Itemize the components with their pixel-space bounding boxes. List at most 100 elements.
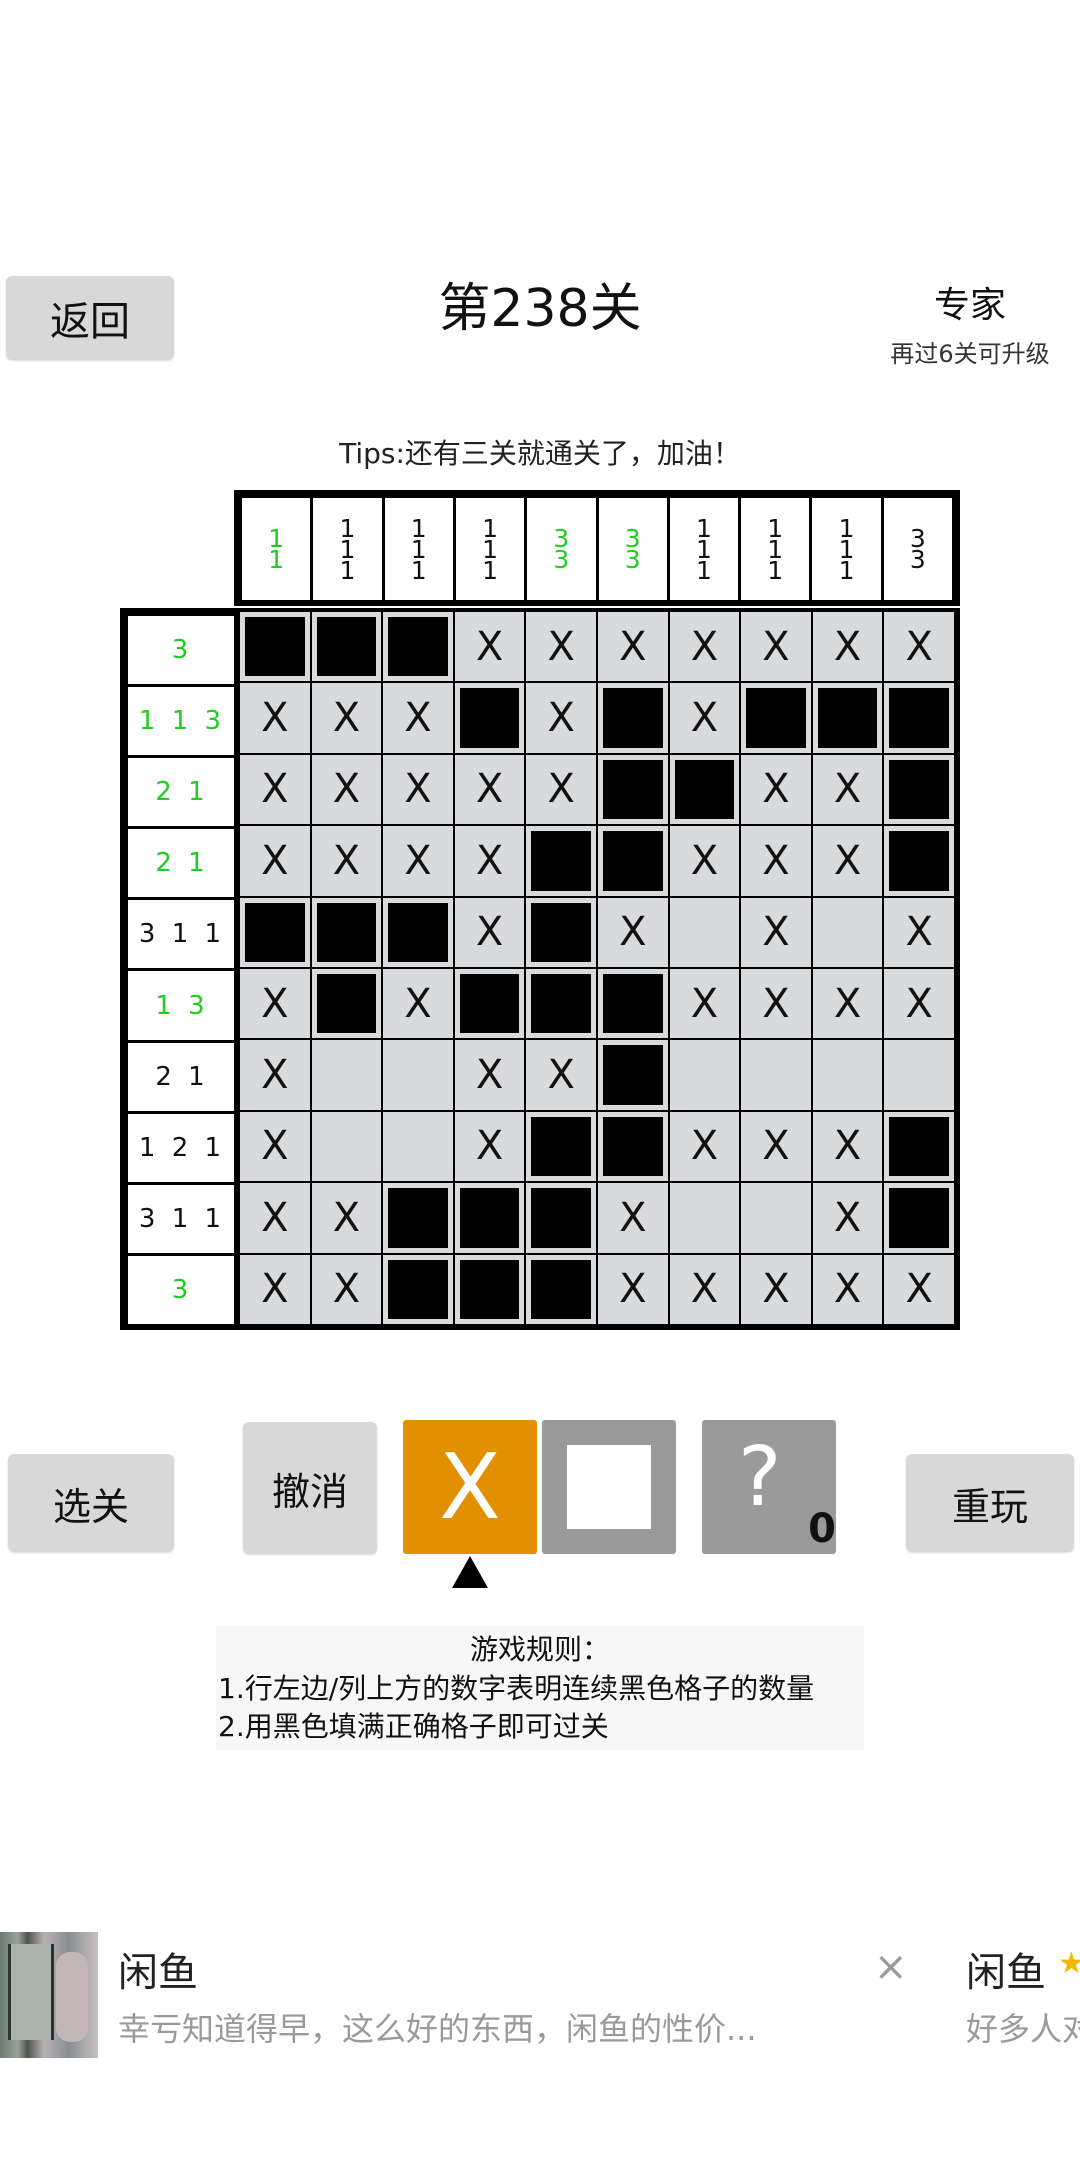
grid-cell-r8-c10[interactable]	[884, 1111, 954, 1182]
grid-cell-r6-c8[interactable]: X	[741, 969, 811, 1039]
grid-cell-r2-c8[interactable]	[741, 683, 811, 753]
grid-cell-r8-c3[interactable]	[383, 1111, 453, 1182]
grid-cell-r10-c7[interactable]: X	[669, 1254, 740, 1324]
grid-cell-r1-c5[interactable]: X	[526, 612, 596, 682]
grid-cell-r6-c6[interactable]	[597, 969, 668, 1039]
grid-cell-r8-c1[interactable]: X	[240, 1111, 310, 1182]
grid-cell-r10-c8[interactable]: X	[741, 1254, 811, 1324]
grid-cell-r4-c2[interactable]: X	[311, 826, 382, 896]
grid-cell-r7-c4[interactable]: X	[454, 1040, 525, 1110]
grid-cell-r2-c3[interactable]: X	[383, 683, 453, 753]
grid-cell-r10-c9[interactable]: X	[812, 1254, 883, 1324]
grid-cell-r9-c8[interactable]	[741, 1183, 811, 1253]
close-icon[interactable]: ×	[874, 1944, 908, 1990]
grid-cell-r10-c3[interactable]	[383, 1254, 453, 1324]
grid-cell-r9-c1[interactable]: X	[240, 1183, 310, 1253]
grid-cell-r4-c4[interactable]: X	[454, 826, 525, 896]
grid-cell-r6-c10[interactable]: X	[884, 969, 954, 1039]
grid-cell-r4-c10[interactable]	[884, 826, 954, 896]
grid-cell-r6-c2[interactable]	[311, 969, 382, 1039]
grid-cell-r3-c4[interactable]: X	[454, 754, 525, 825]
grid-cell-r6-c1[interactable]: X	[240, 969, 310, 1039]
grid-cell-r2-c5[interactable]: X	[526, 683, 596, 753]
ad-thumbnail[interactable]	[0, 1932, 98, 2058]
grid-cell-r2-c6[interactable]	[597, 683, 668, 753]
grid-cell-r9-c9[interactable]: X	[812, 1183, 883, 1253]
grid-cell-r1-c1[interactable]	[240, 612, 310, 682]
grid-cell-r5-c4[interactable]: X	[454, 897, 525, 967]
back-button[interactable]: 返回	[6, 276, 174, 360]
grid-cell-r3-c2[interactable]: X	[311, 754, 382, 825]
grid-cell-r10-c5[interactable]	[526, 1254, 596, 1324]
grid-cell-r2-c10[interactable]	[884, 683, 954, 753]
grid-cell-r5-c6[interactable]: X	[597, 897, 668, 967]
grid-cell-r4-c5[interactable]	[526, 826, 596, 896]
grid-cell-r5-c10[interactable]: X	[884, 897, 954, 967]
grid-cell-r4-c6[interactable]	[597, 826, 668, 896]
grid-cell-r10-c10[interactable]: X	[884, 1254, 954, 1324]
grid-cell-r7-c1[interactable]: X	[240, 1040, 310, 1110]
grid-cell-r4-c1[interactable]: X	[240, 826, 310, 896]
replay-button[interactable]: 重玩	[906, 1454, 1074, 1552]
grid-cell-r6-c9[interactable]: X	[812, 969, 883, 1039]
fill-mode-button[interactable]	[542, 1420, 676, 1554]
grid-cell-r7-c9[interactable]	[812, 1040, 883, 1110]
grid-cell-r7-c5[interactable]: X	[526, 1040, 596, 1110]
grid-cell-r10-c6[interactable]: X	[597, 1254, 668, 1324]
grid-cell-r5-c3[interactable]	[383, 897, 453, 967]
grid-cell-r7-c6[interactable]	[597, 1040, 668, 1110]
grid-cell-r8-c9[interactable]: X	[812, 1111, 883, 1182]
grid-cell-r8-c5[interactable]	[526, 1111, 596, 1182]
ad-title[interactable]: 闲鱼	[118, 1940, 198, 1998]
grid-cell-r10-c2[interactable]: X	[311, 1254, 382, 1324]
grid-cell-r4-c9[interactable]: X	[812, 826, 883, 896]
hint-button[interactable]: ? 0	[702, 1420, 836, 1554]
grid-cell-r5-c5[interactable]	[526, 897, 596, 967]
grid-cell-r4-c8[interactable]: X	[741, 826, 811, 896]
grid-cell-r1-c8[interactable]: X	[741, 612, 811, 682]
grid-cell-r2-c4[interactable]	[454, 683, 525, 753]
grid-cell-r1-c6[interactable]: X	[597, 612, 668, 682]
grid-cell-r1-c4[interactable]: X	[454, 612, 525, 682]
grid-cell-r3-c10[interactable]	[884, 754, 954, 825]
grid-cell-r1-c10[interactable]: X	[884, 612, 954, 682]
grid-cell-r9-c10[interactable]	[884, 1183, 954, 1253]
grid-cell-r3-c5[interactable]: X	[526, 754, 596, 825]
grid-cell-r10-c4[interactable]	[454, 1254, 525, 1324]
grid-cell-r9-c4[interactable]	[454, 1183, 525, 1253]
grid-cell-r9-c6[interactable]: X	[597, 1183, 668, 1253]
grid-cell-r5-c2[interactable]	[311, 897, 382, 967]
grid-cell-r9-c5[interactable]	[526, 1183, 596, 1253]
grid-cell-r5-c8[interactable]: X	[741, 897, 811, 967]
grid-cell-r6-c3[interactable]: X	[383, 969, 453, 1039]
grid-cell-r3-c3[interactable]: X	[383, 754, 453, 825]
mark-x-mode-button[interactable]: X	[403, 1420, 537, 1554]
grid-cell-r6-c7[interactable]: X	[669, 969, 740, 1039]
ad-text[interactable]: 幸亏知道得早，这么好的东西，闲鱼的性价...	[118, 2004, 838, 2050]
grid-cell-r6-c4[interactable]	[454, 969, 525, 1039]
ad-next-title[interactable]: 闲鱼	[966, 1940, 1046, 1998]
grid-cell-r7-c7[interactable]	[669, 1040, 740, 1110]
grid-cell-r8-c8[interactable]: X	[741, 1111, 811, 1182]
grid-cell-r1-c2[interactable]	[311, 612, 382, 682]
grid-cell-r2-c1[interactable]: X	[240, 683, 310, 753]
grid-cell-r9-c3[interactable]	[383, 1183, 453, 1253]
grid-cell-r5-c7[interactable]	[669, 897, 740, 967]
grid-cell-r2-c2[interactable]: X	[311, 683, 382, 753]
grid-cell-r4-c7[interactable]: X	[669, 826, 740, 896]
grid-cell-r9-c2[interactable]: X	[311, 1183, 382, 1253]
grid-cell-r8-c2[interactable]	[311, 1111, 382, 1182]
grid-cell-r9-c7[interactable]	[669, 1183, 740, 1253]
grid-cell-r2-c9[interactable]	[812, 683, 883, 753]
grid-cell-r7-c10[interactable]	[884, 1040, 954, 1110]
grid-cell-r5-c1[interactable]	[240, 897, 310, 967]
grid-cell-r3-c8[interactable]: X	[741, 754, 811, 825]
grid-cell-r3-c1[interactable]: X	[240, 754, 310, 825]
grid-cell-r10-c1[interactable]: X	[240, 1254, 310, 1324]
grid-cell-r1-c7[interactable]: X	[669, 612, 740, 682]
grid-cell-r6-c5[interactable]	[526, 969, 596, 1039]
grid-cell-r7-c2[interactable]	[311, 1040, 382, 1110]
grid-cell-r8-c7[interactable]: X	[669, 1111, 740, 1182]
grid-cell-r8-c6[interactable]	[597, 1111, 668, 1182]
grid-cell-r1-c3[interactable]	[383, 612, 453, 682]
